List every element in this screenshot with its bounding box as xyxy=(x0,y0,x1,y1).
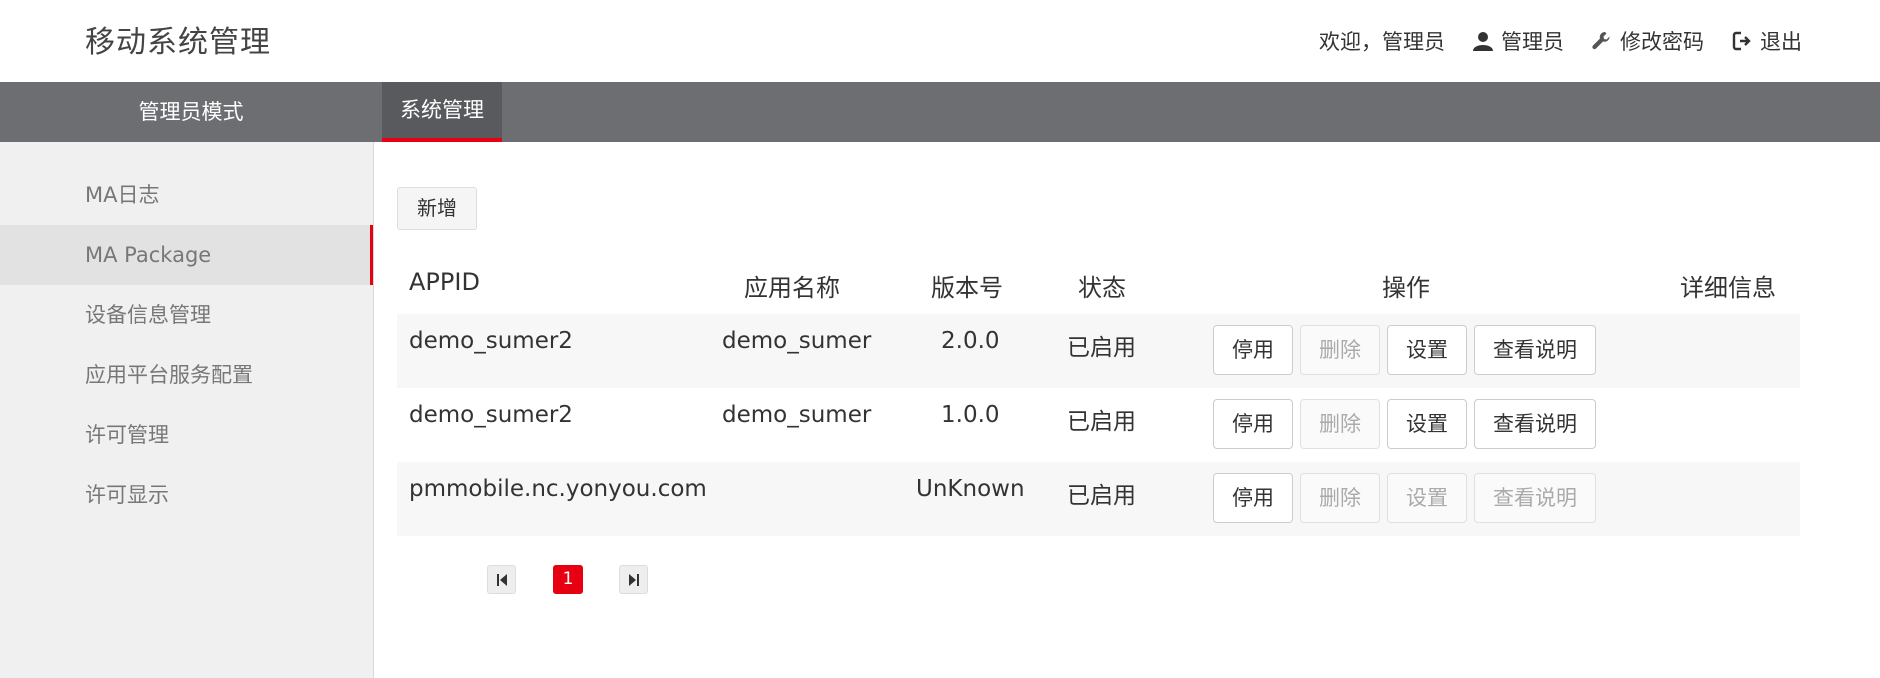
header-user-area: 欢迎，管理员 管理员 修改密码 退出 xyxy=(1319,26,1802,56)
first-page-button[interactable] xyxy=(487,565,516,594)
change-password-link[interactable]: 修改密码 xyxy=(1592,26,1704,56)
header: 移动系统管理 欢迎，管理员 管理员 修改密码 退出 xyxy=(0,0,1880,82)
last-page-icon xyxy=(628,573,639,586)
cell-app-name: demo_sumer xyxy=(722,402,872,428)
cell-version: 1.0.0 xyxy=(941,402,1000,428)
column-header-appid: APPID xyxy=(409,268,480,296)
table-row: demo_sumer2 demo_sumer 1.0.0 已启用 停用 删除 设… xyxy=(397,388,1800,462)
logout-icon xyxy=(1732,31,1751,51)
add-button[interactable]: 新增 xyxy=(397,187,477,230)
current-page[interactable]: 1 xyxy=(553,565,583,594)
first-page-icon xyxy=(496,573,507,586)
tab-system-management[interactable]: 系统管理 xyxy=(382,82,502,142)
sidebar-item-ma-package[interactable]: MA Package xyxy=(0,225,373,285)
view-readme-button[interactable]: 查看说明 xyxy=(1474,399,1596,449)
sidebar-item-license-management[interactable]: 许可管理 xyxy=(0,405,373,465)
column-header-version: 版本号 xyxy=(931,274,1003,302)
disable-button[interactable]: 停用 xyxy=(1213,399,1293,449)
cell-appid: pmmobile.nc.yonyou.com xyxy=(409,476,707,502)
delete-button[interactable]: 删除 xyxy=(1300,325,1380,375)
sidebar-item-ma-log[interactable]: MA日志 xyxy=(0,165,373,225)
last-page-button[interactable] xyxy=(619,565,648,594)
settings-button[interactable]: 设置 xyxy=(1387,325,1467,375)
view-readme-button[interactable]: 查看说明 xyxy=(1474,325,1596,375)
table-row: demo_sumer2 demo_sumer 2.0.0 已启用 停用 删除 设… xyxy=(397,314,1800,388)
sidebar-item-platform-service-config[interactable]: 应用平台服务配置 xyxy=(0,345,373,405)
logout-link[interactable]: 退出 xyxy=(1732,26,1802,56)
admin-mode-label: 管理员模式 xyxy=(138,100,244,124)
column-header-details: 详细信息 xyxy=(1680,274,1776,302)
sidebar-item-device-info[interactable]: 设备信息管理 xyxy=(0,285,373,345)
column-header-actions: 操作 xyxy=(1382,274,1430,302)
cell-version: UnKnown xyxy=(916,476,1025,502)
cell-status: 已启用 xyxy=(1067,483,1136,509)
user-name: 管理员 xyxy=(1501,30,1564,54)
settings-button[interactable]: 设置 xyxy=(1387,473,1467,523)
delete-button[interactable]: 删除 xyxy=(1300,399,1380,449)
cell-appid: demo_sumer2 xyxy=(409,328,573,354)
welcome-text: 欢迎，管理员 xyxy=(1319,26,1445,56)
user-menu[interactable]: 管理员 xyxy=(1473,26,1564,56)
cell-appid: demo_sumer2 xyxy=(409,402,573,428)
delete-button[interactable]: 删除 xyxy=(1300,473,1380,523)
welcome-label: 欢迎，管理员 xyxy=(1319,30,1445,54)
cell-app-name: demo_sumer xyxy=(722,328,872,354)
disable-button[interactable]: 停用 xyxy=(1213,473,1293,523)
change-password-label: 修改密码 xyxy=(1620,30,1704,54)
column-header-status: 状态 xyxy=(1078,274,1126,302)
sidebar-item-license-display[interactable]: 许可显示 xyxy=(0,465,373,525)
user-icon xyxy=(1473,32,1493,51)
cell-status: 已启用 xyxy=(1067,409,1136,435)
disable-button[interactable]: 停用 xyxy=(1213,325,1293,375)
app-title: 移动系统管理 xyxy=(85,25,271,60)
settings-button[interactable]: 设置 xyxy=(1387,399,1467,449)
table-row: pmmobile.nc.yonyou.com UnKnown 已启用 停用 删除… xyxy=(397,462,1800,536)
view-readme-button[interactable]: 查看说明 xyxy=(1474,473,1596,523)
cell-status: 已启用 xyxy=(1067,335,1136,361)
logout-label: 退出 xyxy=(1760,30,1802,54)
wrench-icon xyxy=(1592,31,1610,50)
column-header-app-name: 应用名称 xyxy=(744,274,840,302)
cell-version: 2.0.0 xyxy=(941,328,1000,354)
sidebar: MA日志 MA Package 设备信息管理 应用平台服务配置 许可管理 许可显… xyxy=(0,142,374,678)
top-nav: 管理员模式 系统管理 xyxy=(0,82,1880,142)
